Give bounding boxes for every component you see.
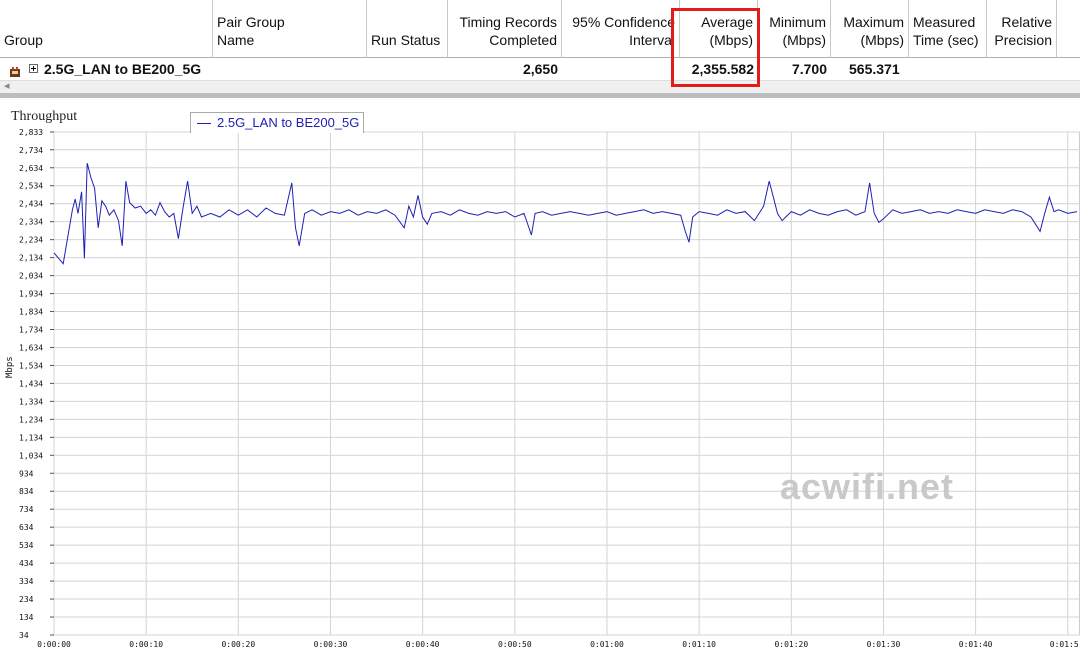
cell-run-status	[367, 58, 448, 80]
y-tick-label: 534	[19, 541, 34, 550]
y-tick-label: 234	[19, 595, 34, 604]
horizontal-scrollbar[interactable]: ◂	[0, 80, 1080, 94]
column-header-minimum[interactable]: Minimum (Mbps)	[758, 0, 831, 58]
column-header-timing-records[interactable]: Timing Records Completed	[448, 0, 562, 58]
x-tick-label: 0:00:20	[221, 640, 255, 649]
y-tick-label: 2,833	[19, 128, 43, 137]
throughput-chart: 2,833 2,734 2,634 2,534 2,434 2,334 2,234 2,134…	[0, 98, 1080, 657]
y-tick-label: 834	[19, 487, 34, 496]
legend[interactable]: 2.5G_LAN to BE200_5G	[190, 112, 365, 133]
y-tick-label: 2,734	[19, 146, 43, 155]
column-header-group[interactable]: Group	[0, 0, 213, 58]
x-tick-label: 0:00:00	[37, 640, 71, 649]
x-tick-label: 0:01:5	[1050, 640, 1079, 649]
y-tick-label: 434	[19, 559, 34, 568]
watermark: acwifi.net	[780, 466, 955, 507]
y-tick-label: 2,334	[19, 218, 43, 227]
expand-icon[interactable]	[29, 64, 38, 73]
y-tick-label: 934	[19, 469, 34, 478]
x-tick-label: 0:00:50	[498, 640, 532, 649]
y-tick-label: 1,634	[19, 343, 43, 352]
y-tick-label: 1,434	[19, 379, 43, 388]
column-header-measured-time[interactable]: Measured Time (sec)	[909, 0, 987, 58]
cell-maximum: 565.371	[849, 61, 900, 77]
cell-measured-time	[909, 58, 987, 80]
y-tick-label: 134	[19, 613, 34, 622]
y-axis-ticks: 2,833 2,734 2,634 2,534 2,434 2,334 2,234 2,134…	[19, 128, 54, 640]
y-tick-label: 334	[19, 577, 34, 586]
y-tick-label: 1,334	[19, 397, 43, 406]
x-tick-label: 0:01:40	[959, 640, 993, 649]
x-tick-label: 0:00:40	[406, 640, 440, 649]
y-tick-label: 1,534	[19, 361, 43, 370]
legend-label: 2.5G_LAN to BE200_5G	[217, 115, 360, 130]
scroll-left-icon[interactable]: ◂	[4, 79, 10, 92]
y-tick-label: 634	[19, 523, 34, 532]
y-tick-label: 1,934	[19, 290, 43, 299]
y-tick-label: 1,834	[19, 308, 43, 317]
x-tick-label: 0:01:00	[590, 640, 624, 649]
x-tick-label: 0:00:30	[314, 640, 348, 649]
y-tick-label: 2,034	[19, 272, 43, 281]
y-tick-label: 2,434	[19, 200, 43, 209]
column-header-run-status[interactable]: Run Status	[367, 0, 448, 58]
y-tick-label: 1,234	[19, 415, 43, 424]
column-header-confidence-interval[interactable]: 95% Confidence Interval	[562, 0, 680, 58]
group-icon	[10, 64, 20, 77]
x-tick-label: 0:01:30	[867, 640, 901, 649]
cell-confidence-interval	[562, 58, 680, 80]
average-highlight-box	[671, 8, 760, 87]
chart-svg: 2,833 2,734 2,634 2,534 2,434 2,334 2,234 2,134…	[19, 128, 1080, 649]
cell-group: 2.5G_LAN to BE200_5G	[44, 61, 202, 77]
y-tick-label: 2,534	[19, 182, 43, 191]
cell-pair-group-name	[213, 58, 367, 80]
column-header-empty	[1057, 0, 1080, 58]
grid-lines	[53, 131, 1080, 636]
column-header-relative-precision[interactable]: Relative Precision	[987, 0, 1057, 58]
column-header-pair-group-name[interactable]: Pair Group Name	[213, 0, 367, 58]
y-tick-label: 2,134	[19, 254, 43, 263]
x-tick-label: 0:01:20	[774, 640, 808, 649]
y-tick-label: 1,134	[19, 433, 43, 442]
y-tick-label: 2,634	[19, 164, 43, 173]
y-axis-label: Mbps	[5, 356, 15, 378]
y-tick-label: 34	[19, 631, 29, 640]
cell-timing-records: 2,650	[522, 61, 558, 77]
results-table: Group Pair Group Name Run Status Timing …	[0, 0, 1080, 97]
x-tick-label: 0:00:10	[129, 640, 163, 649]
x-axis-ticks: 0:00:00 0:00:10 0:00:20 0:00:30 0:00:40 0:00:…	[37, 640, 1079, 649]
y-tick-label: 734	[19, 505, 34, 514]
column-header-maximum[interactable]: Maximum (Mbps)	[831, 0, 909, 58]
legend-swatch	[197, 123, 211, 125]
y-tick-label: 1,034	[19, 451, 43, 460]
series-line	[53, 162, 1078, 265]
x-tick-label: 0:01:10	[682, 640, 716, 649]
cell-minimum: 7.700	[791, 61, 827, 77]
y-tick-label: 1,734	[19, 325, 43, 334]
y-tick-label: 2,234	[19, 236, 43, 245]
cell-relative-precision	[987, 58, 1057, 80]
chart-title: Throughput	[11, 109, 78, 124]
